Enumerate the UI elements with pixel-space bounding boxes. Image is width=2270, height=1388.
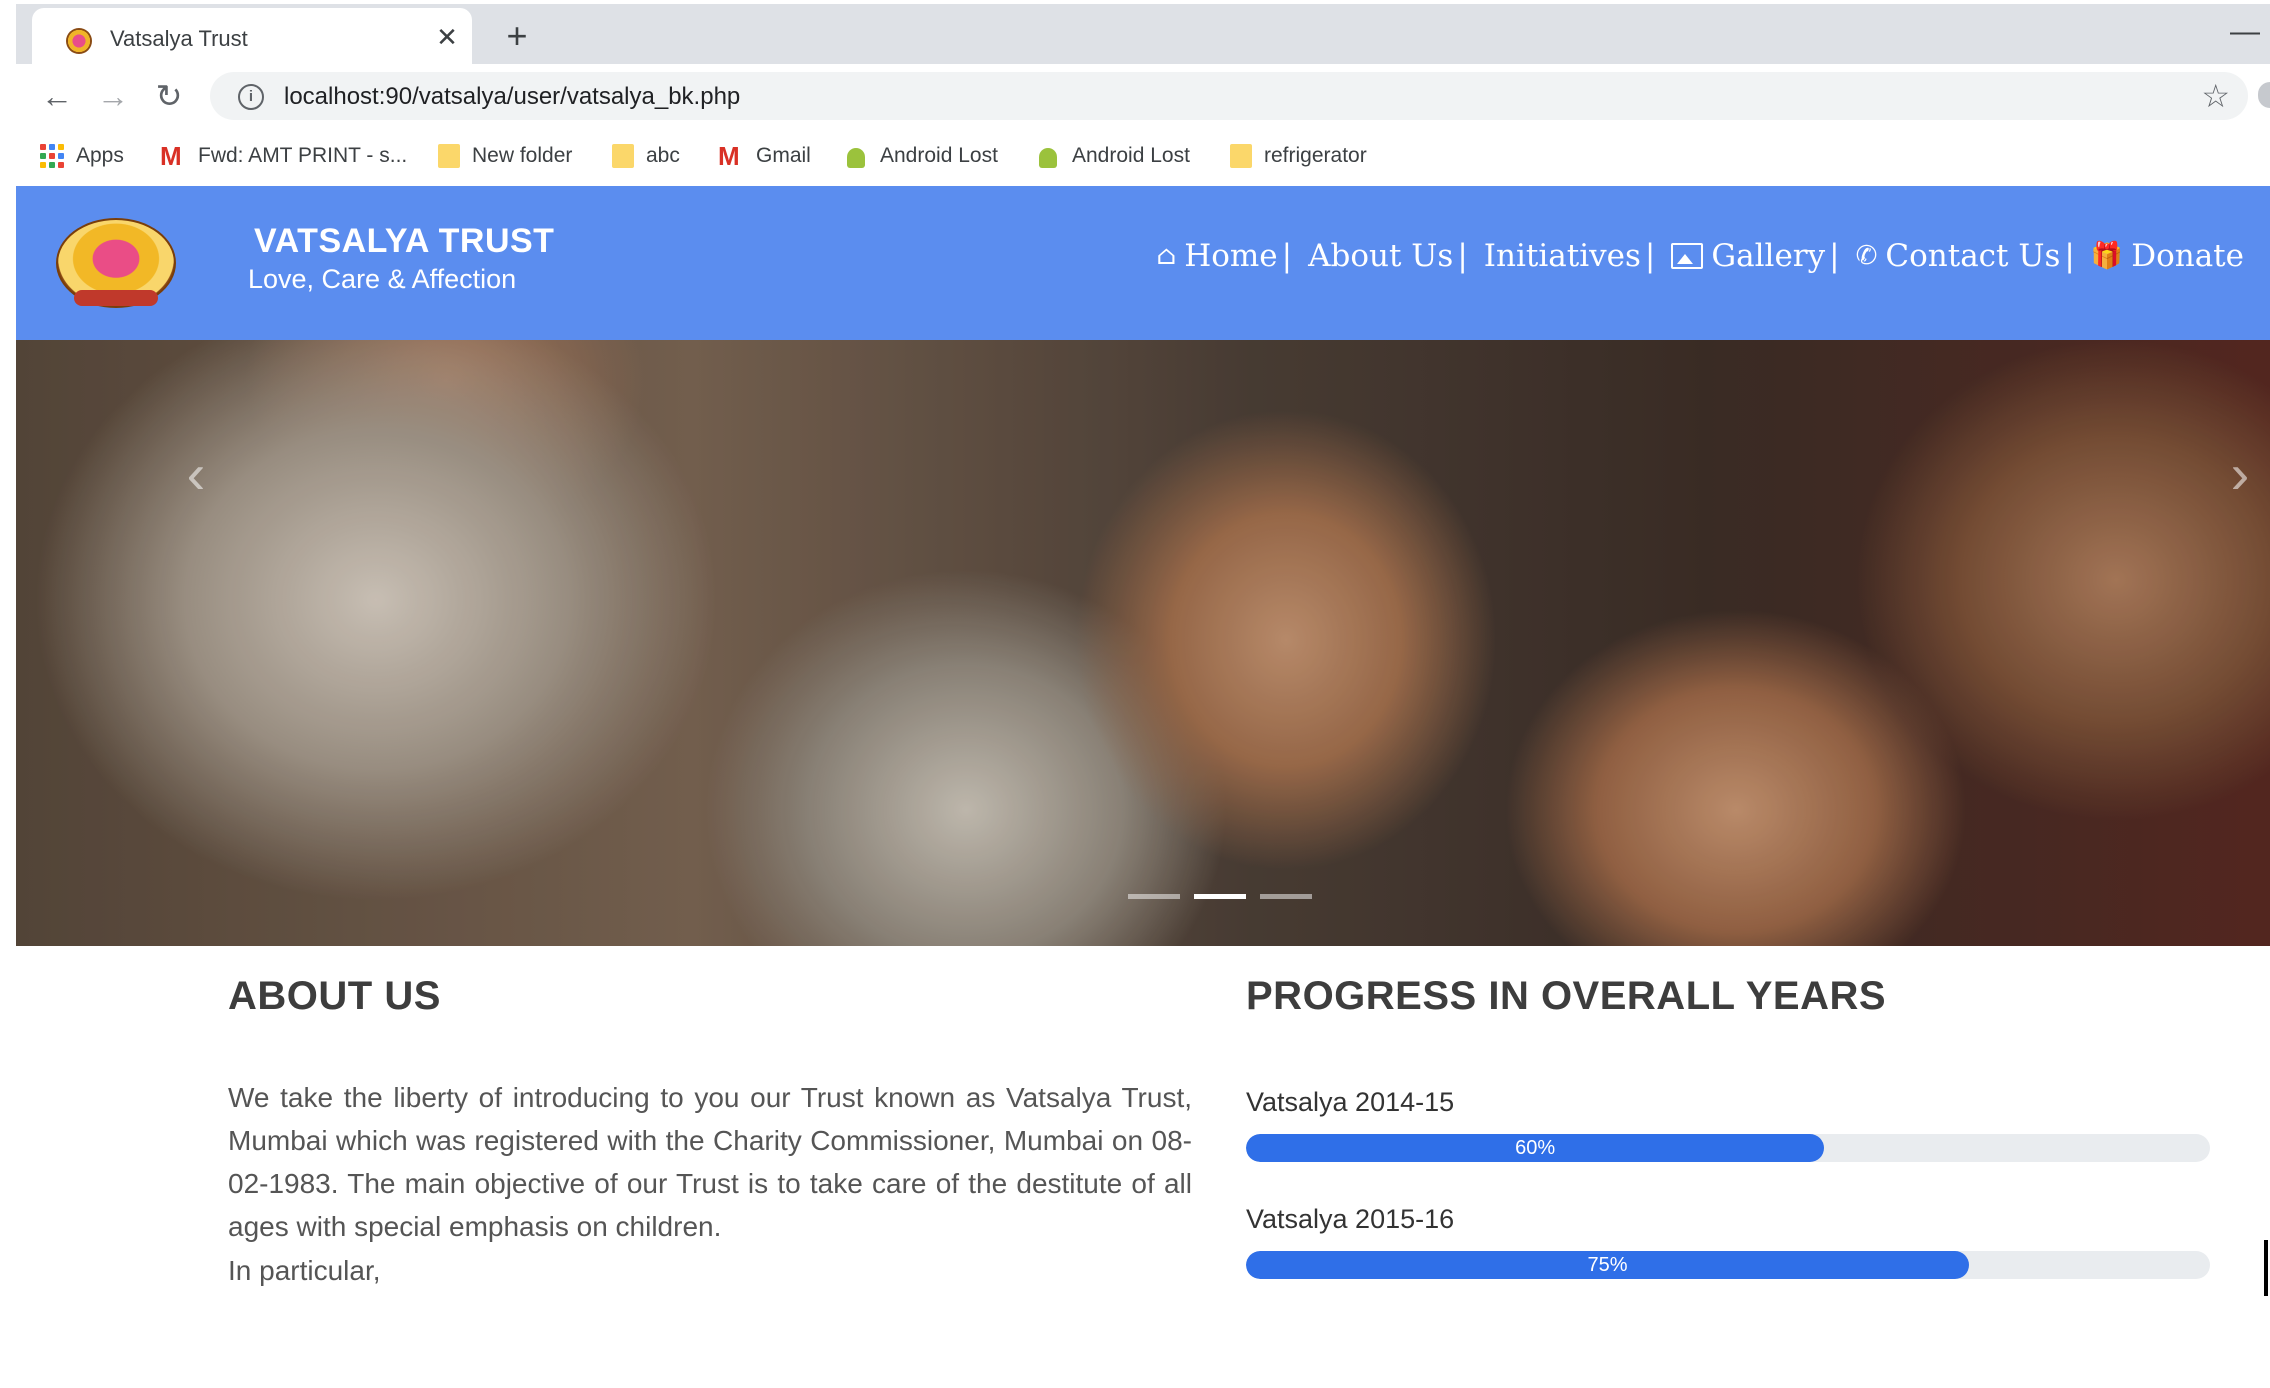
bookmark-label: Android Lost — [1072, 144, 1190, 167]
nav-initiatives[interactable]: Initiatives | — [1484, 238, 1658, 274]
phone-icon: ✆ — [1855, 241, 1878, 271]
main-navigation: ⌂ Home | About Us | Initiatives | Galler… — [1156, 238, 2244, 274]
progress-track: 75% — [1246, 1251, 2210, 1279]
carousel-indicator[interactable] — [1260, 894, 1312, 899]
nav-contact-us[interactable]: ✆ Contact Us | — [1856, 238, 2077, 274]
android-icon — [844, 144, 868, 168]
apps-grid-icon — [40, 144, 64, 168]
bookmark-star-icon[interactable]: ☆ — [2201, 78, 2230, 114]
progress-item: Vatsalya 2014-15 60% — [1246, 1087, 2210, 1162]
folder-icon — [1230, 144, 1252, 168]
gmail-icon: M — [718, 141, 740, 171]
nav-separator: | — [1281, 238, 1293, 274]
bookmarks-bar: Apps M Fwd: AMT PRINT - s... New folder … — [16, 128, 2270, 186]
carousel-indicator[interactable] — [1128, 894, 1180, 899]
picture-icon — [1671, 243, 1704, 269]
bookmark-amt-print[interactable]: M Fwd: AMT PRINT - s... — [160, 140, 407, 172]
bookmark-label: Fwd: AMT PRINT - s... — [198, 144, 408, 167]
bookmark-apps[interactable]: Apps — [40, 140, 124, 172]
progress-item: Vatsalya 2015-16 75% — [1246, 1204, 2210, 1279]
nav-donate-label: Donate — [2131, 238, 2244, 274]
about-body: We take the liberty of introducing to yo… — [228, 1076, 1192, 1248]
url-text[interactable]: localhost:90/vatsalya/user/vatsalya_bk.p… — [284, 83, 740, 111]
nav-donate[interactable]: 🎁 Donate — [2091, 238, 2244, 274]
progress-label: Vatsalya 2015-16 — [1246, 1204, 1455, 1234]
gmail-icon: M — [160, 141, 182, 171]
browser-tab-strip: Vatsalya Trust ✕ + — — [16, 4, 2270, 68]
nav-home-label: Home — [1184, 238, 1278, 274]
bookmark-android-lost-2[interactable]: Android Lost — [1036, 140, 1190, 172]
nav-gallery[interactable]: Gallery | — [1671, 238, 1841, 274]
site-favicon-icon — [66, 28, 92, 54]
about-paragraph: We take the liberty of introducing to yo… — [228, 1082, 1192, 1242]
about-extra-text: In particular, — [228, 1255, 381, 1286]
nav-about-us[interactable]: About Us | — [1308, 238, 1470, 274]
nav-separator: | — [1829, 238, 1840, 274]
carousel-indicators — [1128, 894, 1312, 899]
nav-about-us-label: About Us — [1308, 238, 1454, 274]
nav-home[interactable]: ⌂ Home | — [1156, 238, 1294, 274]
browser-tab[interactable]: Vatsalya Trust ✕ — [32, 8, 472, 68]
bookmark-gmail[interactable]: M Gmail — [718, 140, 811, 172]
progress-track: 60% — [1246, 1134, 2210, 1162]
bookmark-abc[interactable]: abc — [612, 140, 680, 172]
about-heading: ABOUT US — [228, 974, 441, 1018]
nav-contact-us-label: Contact Us — [1885, 238, 2061, 274]
android-icon — [1036, 144, 1060, 168]
bookmark-android-lost-1[interactable]: Android Lost — [844, 140, 998, 172]
logo-banner — [74, 290, 158, 306]
bookmark-label: Gmail — [756, 144, 811, 167]
folder-icon — [438, 144, 460, 168]
edge-marker — [2264, 1240, 2268, 1296]
nav-initiatives-label: Initiatives — [1483, 238, 1641, 274]
back-arrow-icon[interactable]: ← — [38, 78, 76, 116]
gift-icon: 🎁 — [2090, 241, 2124, 271]
close-tab-icon[interactable]: ✕ — [430, 20, 464, 54]
progress-fill: 60% — [1246, 1134, 1825, 1162]
carousel-next-icon[interactable]: › — [2220, 444, 2260, 504]
new-tab-button[interactable]: + — [496, 16, 538, 58]
nav-separator: | — [1457, 238, 1468, 274]
progress-fill: 75% — [1246, 1251, 1969, 1279]
folder-icon — [612, 144, 634, 168]
bookmark-label: refrigerator — [1264, 144, 1367, 167]
hero-image — [16, 340, 2270, 946]
forward-arrow-icon[interactable]: → — [94, 78, 132, 116]
bookmark-label: abc — [646, 144, 680, 167]
nav-gallery-label: Gallery — [1711, 238, 1826, 274]
nav-separator: | — [2064, 238, 2075, 274]
bookmark-label: New folder — [472, 144, 573, 167]
site-info-icon[interactable]: i — [238, 84, 264, 110]
brand-title: VATSALYA TRUST — [254, 222, 555, 260]
browser-toolbar: ← → ↻ i localhost:90/vatsalya/user/vatsa… — [16, 64, 2270, 128]
progress-label: Vatsalya 2014-15 — [1246, 1087, 1455, 1117]
tab-title: Vatsalya Trust — [110, 26, 248, 51]
nav-separator: | — [1644, 238, 1656, 274]
bookmark-refrigerator[interactable]: refrigerator — [1230, 140, 1367, 172]
minimize-window-button[interactable]: — — [2230, 17, 2260, 50]
site-header: VATSALYA TRUST Love, Care & Affection ⌂ … — [16, 186, 2270, 340]
hero-carousel: ‹ › — [16, 340, 2270, 946]
carousel-prev-icon[interactable]: ‹ — [176, 444, 216, 504]
brand-tagline: Love, Care & Affection — [248, 264, 517, 294]
address-bar[interactable]: i localhost:90/vatsalya/user/vatsalya_bk… — [210, 72, 2248, 120]
progress-heading: PROGRESS IN OVERALL YEARS — [1246, 974, 1887, 1018]
bookmark-label: Apps — [76, 144, 124, 167]
bookmark-new-folder[interactable]: New folder — [438, 140, 572, 172]
carousel-indicator-active[interactable] — [1194, 894, 1246, 899]
bookmark-label: Android Lost — [880, 144, 998, 167]
reload-icon[interactable]: ↻ — [150, 78, 188, 116]
home-icon: ⌂ — [1156, 241, 1177, 271]
